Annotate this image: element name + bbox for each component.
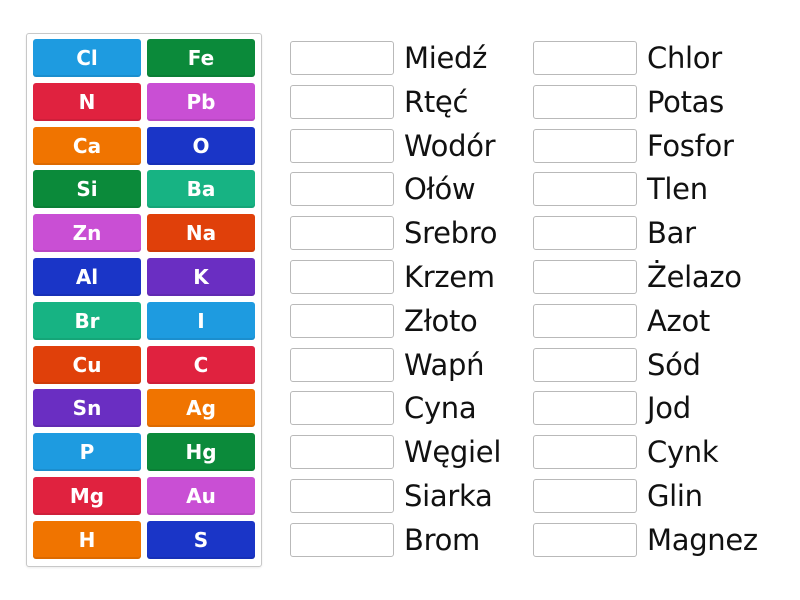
element-name-label: Wodór [404, 128, 496, 163]
element-name-label: Brom [404, 522, 480, 557]
drop-slot[interactable] [533, 479, 637, 513]
drop-slot[interactable] [290, 303, 394, 338]
element-name-label: Chlor [647, 41, 722, 75]
element-name-label: Złoto [404, 303, 478, 338]
drop-slot[interactable] [533, 128, 637, 163]
element-tile[interactable]: Hg [147, 433, 255, 472]
element-tile[interactable]: Cu [33, 345, 141, 384]
element-tile[interactable]: Ca [33, 126, 141, 165]
drop-slot[interactable] [290, 216, 394, 251]
element-tile[interactable]: Ba [147, 170, 255, 209]
element-tile[interactable]: Br [33, 301, 141, 340]
element-tile[interactable]: Ag [147, 389, 255, 428]
element-name-label: Magnez [647, 522, 758, 557]
element-name-label: Rtęć [404, 84, 469, 119]
element-tile[interactable]: Na [147, 214, 255, 253]
element-tile[interactable]: K [147, 258, 255, 296]
drop-slot[interactable] [290, 41, 394, 75]
drop-slot[interactable] [533, 172, 637, 207]
element-name-label: Glin [647, 479, 703, 513]
element-name-label: Azot [647, 303, 710, 338]
element-name-label: Żelazo [647, 260, 742, 294]
element-name-label: Ołów [404, 172, 476, 207]
element-tile[interactable]: Zn [33, 214, 141, 253]
element-name-label: Siarka [404, 479, 493, 513]
element-tile[interactable]: Fe [147, 39, 255, 77]
drop-slot[interactable] [533, 435, 637, 470]
element-tile[interactable]: Si [33, 170, 141, 209]
element-tile[interactable]: Cl [33, 39, 141, 77]
drop-slot[interactable] [533, 303, 637, 338]
element-name-label: Cyna [404, 391, 477, 426]
element-tile[interactable]: H [33, 520, 141, 559]
element-tile[interactable]: S [147, 520, 255, 559]
element-tile[interactable]: Pb [147, 82, 255, 121]
element-tile[interactable]: Sn [33, 389, 141, 428]
element-tile[interactable]: P [33, 433, 141, 472]
element-name-label: Miedź [404, 41, 488, 75]
drop-slot[interactable] [533, 41, 637, 75]
element-name-label: Fosfor [647, 128, 734, 163]
drop-slot[interactable] [533, 84, 637, 119]
drop-slot[interactable] [533, 347, 637, 382]
element-tile[interactable]: O [147, 126, 255, 165]
drop-slot[interactable] [290, 522, 394, 557]
drop-slot[interactable] [290, 128, 394, 163]
element-name-label: Srebro [404, 216, 498, 251]
tile-tray: Cl Fe N Pb Ca O Si Ba Zn Na Al K Br I Cu C Sn Ag P Hg Mg Au H S [26, 33, 262, 567]
element-tile[interactable]: N [33, 82, 141, 121]
element-name-label: Jod [647, 391, 691, 426]
drop-slot[interactable] [533, 522, 637, 557]
element-name-label: Tlen [647, 172, 708, 207]
element-name-label: Krzem [404, 260, 495, 294]
element-tile[interactable]: C [147, 345, 255, 384]
drop-slot[interactable] [533, 391, 637, 426]
drop-slot[interactable] [290, 260, 394, 294]
drop-slot[interactable] [290, 479, 394, 513]
element-name-label: Wapń [404, 347, 485, 382]
element-tile[interactable]: Al [33, 258, 141, 296]
element-name-label: Sód [647, 347, 701, 382]
element-name-label: Potas [647, 84, 724, 119]
element-name-label: Bar [647, 216, 696, 251]
element-name-label: Węgiel [404, 435, 502, 470]
element-tile[interactable]: I [147, 301, 255, 340]
element-tile[interactable]: Au [147, 477, 255, 515]
drop-slot[interactable] [533, 260, 637, 294]
element-name-label: Cynk [647, 435, 719, 470]
drop-slot[interactable] [533, 216, 637, 251]
drop-slot[interactable] [290, 84, 394, 119]
drop-slot[interactable] [290, 172, 394, 207]
drop-slot[interactable] [290, 435, 394, 470]
element-tile[interactable]: Mg [33, 477, 141, 515]
drop-slot[interactable] [290, 391, 394, 426]
drop-slot[interactable] [290, 347, 394, 382]
